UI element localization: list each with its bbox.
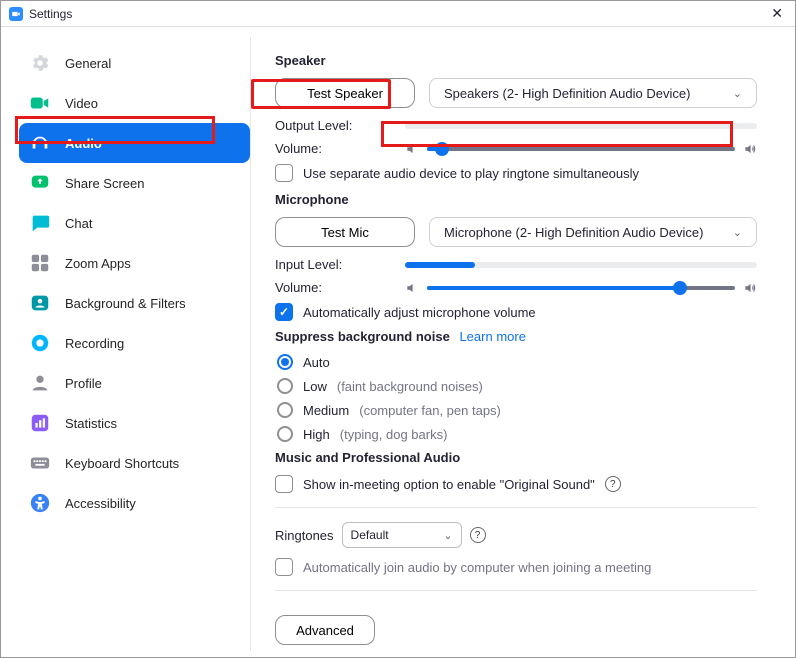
titlebar: Settings ✕ [1, 1, 795, 27]
original-sound-checkbox[interactable] [275, 475, 293, 493]
suppress-option-label: High [303, 427, 330, 442]
sidebar-item-label: General [65, 56, 111, 71]
mic-device-dropdown[interactable]: Microphone (2- High Definition Audio Dev… [429, 217, 757, 247]
settings-body: General Video Audio Share Screen Chat Zo… [1, 27, 795, 657]
sidebar-item-label: Zoom Apps [65, 256, 131, 271]
keyboard-icon [29, 452, 51, 474]
sidebar: General Video Audio Share Screen Chat Zo… [19, 37, 251, 651]
video-icon [29, 92, 51, 114]
suppress-radio-medium[interactable] [277, 402, 293, 418]
settings-window: Settings ✕ General Video Audio Share Scr… [0, 0, 796, 658]
recording-icon [29, 332, 51, 354]
suppress-option-label: Auto [303, 355, 330, 370]
music-heading: Music and Professional Audio [275, 450, 757, 465]
learn-more-link[interactable]: Learn more [459, 329, 525, 344]
sidebar-item-background-filters[interactable]: Background & Filters [19, 283, 250, 323]
sidebar-item-profile[interactable]: Profile [19, 363, 250, 403]
auto-join-audio-label: Automatically join audio by computer whe… [303, 560, 651, 575]
ringtones-selected: Default [351, 528, 389, 542]
apps-icon [29, 252, 51, 274]
microphone-heading: Microphone [275, 192, 757, 207]
chat-icon [29, 212, 51, 234]
sidebar-item-label: Chat [65, 216, 92, 231]
suppress-radio-high[interactable] [277, 426, 293, 442]
sidebar-item-label: Share Screen [65, 176, 145, 191]
ringtones-dropdown[interactable]: Default ⌄ [342, 522, 462, 548]
sidebar-item-label: Background & Filters [65, 296, 186, 311]
mic-volume-slider[interactable] [405, 281, 757, 295]
speaker-low-icon [405, 281, 419, 295]
sidebar-item-share-screen[interactable]: Share Screen [19, 163, 250, 203]
suppress-option-hint: (computer fan, pen taps) [359, 403, 501, 418]
sidebar-item-recording[interactable]: Recording [19, 323, 250, 363]
suppress-option-hint: (typing, dog barks) [340, 427, 448, 442]
sidebar-item-label: Audio [65, 136, 102, 151]
sidebar-item-video[interactable]: Video [19, 83, 250, 123]
headphones-icon [29, 132, 51, 154]
suppress-radio-low[interactable] [277, 378, 293, 394]
input-level-label: Input Level: [275, 257, 405, 272]
sidebar-item-label: Recording [65, 336, 124, 351]
suppress-radio-auto[interactable] [277, 354, 293, 370]
accessibility-icon [29, 492, 51, 514]
advanced-button[interactable]: Advanced [275, 615, 375, 645]
speaker-high-icon [743, 281, 757, 295]
sidebar-item-label: Keyboard Shortcuts [65, 456, 179, 471]
help-icon[interactable]: ? [605, 476, 621, 492]
auto-join-audio-checkbox[interactable] [275, 558, 293, 576]
separate-ringtone-label: Use separate audio device to play ringto… [303, 166, 639, 181]
auto-adjust-mic-checkbox[interactable] [275, 303, 293, 321]
ringtones-label: Ringtones [275, 528, 334, 543]
original-sound-label: Show in-meeting option to enable "Origin… [303, 477, 595, 492]
suppress-heading-text: Suppress background noise [275, 329, 450, 344]
share-screen-icon [29, 172, 51, 194]
mic-volume-label: Volume: [275, 280, 405, 295]
sidebar-item-audio[interactable]: Audio [19, 123, 250, 163]
titlebar-left: Settings [9, 7, 72, 21]
sidebar-item-label: Statistics [65, 416, 117, 431]
speaker-device-dropdown[interactable]: Speakers (2- High Definition Audio Devic… [429, 78, 757, 108]
separate-ringtone-checkbox[interactable] [275, 164, 293, 182]
test-mic-button[interactable]: Test Mic [275, 217, 415, 247]
sidebar-item-label: Video [65, 96, 98, 111]
sidebar-item-label: Accessibility [65, 496, 136, 511]
gear-icon [29, 52, 51, 74]
profile-icon [29, 372, 51, 394]
mic-device-selected: Microphone (2- High Definition Audio Dev… [444, 225, 703, 240]
speaker-device-selected: Speakers (2- High Definition Audio Devic… [444, 86, 690, 101]
chevron-down-icon: ⌄ [733, 87, 742, 100]
speaker-low-icon [405, 142, 419, 156]
input-level-meter [405, 262, 757, 268]
chevron-down-icon: ⌄ [443, 529, 452, 542]
sidebar-item-accessibility[interactable]: Accessibility [19, 483, 250, 523]
suppress-heading: Suppress background noise Learn more [275, 329, 757, 344]
sidebar-item-keyboard-shortcuts[interactable]: Keyboard Shortcuts [19, 443, 250, 483]
chevron-down-icon: ⌄ [733, 226, 742, 239]
background-icon [29, 292, 51, 314]
sidebar-item-statistics[interactable]: Statistics [19, 403, 250, 443]
output-level-meter [405, 123, 757, 129]
speaker-volume-slider[interactable] [405, 142, 757, 156]
sidebar-item-zoom-apps[interactable]: Zoom Apps [19, 243, 250, 283]
help-icon[interactable]: ? [470, 527, 486, 543]
divider [275, 590, 757, 591]
speaker-volume-label: Volume: [275, 141, 405, 156]
window-title: Settings [29, 7, 72, 21]
speaker-heading: Speaker [275, 53, 757, 68]
suppress-option-label: Low [303, 379, 327, 394]
test-speaker-button[interactable]: Test Speaker [275, 78, 415, 108]
suppress-option-hint: (faint background noises) [337, 379, 483, 394]
divider [275, 507, 757, 508]
close-button[interactable]: ✕ [767, 5, 787, 22]
main-panel: Speaker Test Speaker Speakers (2- High D… [251, 37, 783, 651]
suppress-option-label: Medium [303, 403, 349, 418]
zoom-app-icon [9, 7, 23, 21]
statistics-icon [29, 412, 51, 434]
output-level-label: Output Level: [275, 118, 405, 133]
sidebar-item-label: Profile [65, 376, 102, 391]
sidebar-item-chat[interactable]: Chat [19, 203, 250, 243]
speaker-high-icon [743, 142, 757, 156]
sidebar-item-general[interactable]: General [19, 43, 250, 83]
auto-adjust-mic-label: Automatically adjust microphone volume [303, 305, 536, 320]
